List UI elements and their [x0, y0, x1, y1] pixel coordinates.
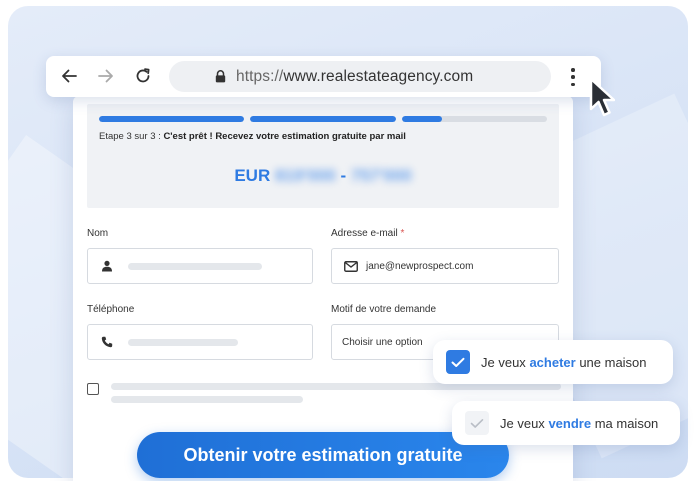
browser-toolbar: https://www.realestateagency.com [46, 56, 601, 97]
url-host: www.realestateagency.com [283, 67, 474, 85]
consent-text-bar-1 [111, 383, 561, 390]
estimate-separator: - [340, 166, 347, 185]
email-value: jane@newprospect.com [366, 260, 474, 272]
reason-selected-value: Choisir une option [342, 336, 423, 348]
option-chip-sell[interactable]: Je veux vendre ma maison [452, 401, 680, 445]
phone-placeholder-bar [128, 338, 238, 346]
phone-label: Téléphone [87, 304, 135, 315]
sell-keyword: vendre [548, 415, 592, 431]
more-vertical-icon[interactable] [570, 68, 576, 86]
back-arrow-icon[interactable] [60, 67, 78, 85]
phone-icon [100, 335, 114, 349]
checkmark-icon [451, 357, 465, 367]
forward-arrow-icon[interactable] [97, 67, 115, 85]
buy-prefix: Je veux [481, 354, 526, 370]
user-icon [100, 259, 114, 273]
sell-checkbox[interactable] [465, 411, 489, 435]
estimate-summary: Etape 3 sur 3 : C'est prêt ! Recevez vot… [87, 104, 559, 208]
step-title: C'est prêt ! Recevez votre estimation gr… [163, 131, 406, 142]
progress-segment-1 [99, 116, 245, 122]
email-label: Adresse e-mail * [331, 228, 404, 239]
sell-prefix: Je veux [500, 415, 545, 431]
url-text: https://www.realestateagency.com [236, 68, 473, 86]
sell-option-label: Je veux vendre ma maison [500, 416, 658, 431]
checkmark-icon [470, 418, 484, 428]
name-placeholder-bar [128, 262, 262, 270]
buy-checkbox[interactable] [446, 350, 470, 374]
url-protocol: https:// [236, 67, 284, 85]
estimate-currency: EUR [234, 166, 271, 185]
phone-input[interactable] [87, 324, 313, 360]
reload-icon[interactable] [134, 67, 152, 85]
progress-segment-3 [401, 116, 547, 122]
step-progress-bar [99, 116, 547, 122]
buy-option-label: Je veux acheter une maison [481, 355, 647, 370]
estimate-high: 757'000 [350, 166, 412, 185]
name-input[interactable] [87, 248, 313, 284]
name-label: Nom [87, 228, 109, 239]
consent-checkbox[interactable] [87, 383, 99, 395]
estimate-low: 819'000 [274, 166, 336, 185]
buy-keyword: acheter [529, 354, 576, 370]
reason-label: Motif de votre demande [331, 304, 437, 315]
email-input[interactable]: jane@newprospect.com [331, 248, 559, 284]
estimate-value: EUR 819'000 - 757'000 [87, 166, 559, 186]
progress-fill-2 [250, 116, 396, 122]
consent-text-bar-2 [111, 396, 303, 403]
step-caption: Etape 3 sur 3 : C'est prêt ! Recevez vot… [99, 131, 406, 142]
progress-fill-1 [99, 116, 245, 122]
required-mark: * [400, 228, 405, 239]
email-label-text: Adresse e-mail [331, 228, 398, 239]
mail-icon [344, 259, 358, 273]
sell-suffix: ma maison [594, 415, 659, 431]
lock-icon [215, 70, 226, 83]
progress-fill-3 [401, 116, 443, 122]
progress-segment-2 [250, 116, 396, 122]
address-bar[interactable]: https://www.realestateagency.com [169, 61, 551, 92]
option-chip-buy[interactable]: Je veux acheter une maison [433, 340, 673, 384]
buy-suffix: une maison [579, 354, 647, 370]
step-prefix: Etape 3 sur 3 : [99, 131, 161, 142]
mouse-cursor-icon [589, 77, 615, 117]
